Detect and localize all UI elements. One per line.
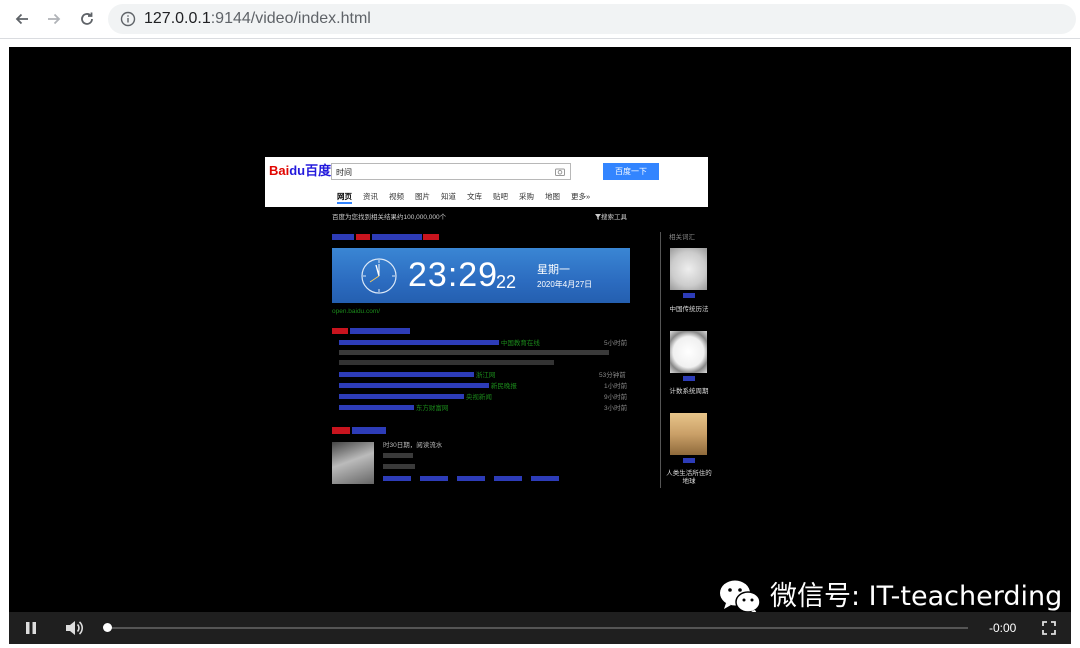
news-snippet-2 [339, 360, 554, 365]
arrow-right-icon [48, 13, 61, 25]
clock-widget: 23:29 22 星期一 2020年4月27日 [332, 248, 630, 303]
video-info-1: 时30日期，阅读流水 [383, 442, 443, 449]
progress-bar[interactable] [108, 627, 968, 629]
tab-web: 网页 [337, 192, 352, 204]
clock-seconds: 22 [496, 272, 517, 292]
browser-toolbar: 127.0.0.1:9144/video/index.html [0, 0, 1080, 39]
wechat-icon [720, 580, 761, 615]
news-source-4: 央视新闻 [465, 394, 492, 401]
search-input: 时间 [331, 163, 571, 180]
related-image-3 [670, 413, 707, 455]
url-host: 127.0.0.1 [144, 10, 211, 27]
related-link-2 [683, 376, 695, 381]
result-title-1 [332, 234, 467, 243]
news-row-5: 东方财富网 3小时前 [339, 405, 629, 413]
tab-news: 资讯 [363, 192, 378, 201]
reload-button[interactable] [76, 8, 98, 30]
arrow-left-icon [15, 13, 28, 25]
news-time-5: 3小时前 [604, 405, 628, 412]
url-path: :9144/video/index.html [210, 10, 371, 27]
result-count: 百度为您找到相关结果约100,000,000个 [332, 214, 447, 221]
news-title [332, 328, 414, 336]
tab-map: 地图 [545, 192, 560, 201]
related-caption-3: 人类生活所住的地球 [666, 470, 712, 485]
progress-handle[interactable] [103, 623, 112, 632]
clock-face-icon [361, 258, 397, 294]
related-caption-2: 计数系统周期 [669, 388, 709, 395]
news-source-5: 东方财富网 [415, 405, 449, 412]
pause-button[interactable] [22, 619, 40, 637]
news-row-3: 新民晚报 1小时前 [339, 383, 629, 391]
camera-icon [555, 168, 565, 176]
logo-du: du百度 [289, 163, 332, 178]
news-row-4: 央视新闻 9小时前 [339, 394, 629, 402]
volume-icon [66, 621, 83, 635]
clock-time: 23:29 [408, 256, 499, 294]
news-time-2: 53分钟前 [599, 372, 626, 379]
video-thumbnail [332, 442, 374, 484]
watermark-text: 微信号: IT-teacherding [770, 581, 1063, 612]
search-tools-label: 搜索工具 [601, 214, 627, 221]
wechat-watermark: 微信号: IT-teacherding [718, 577, 1062, 617]
video-frame: Baidu百度 时间 百度一下 网页 资讯 视频 图片 知道 文库 贴吧 采购 … [9, 47, 1071, 615]
clock-date: 2020年4月27日 [537, 280, 593, 289]
news-time-3: 1小时前 [604, 383, 628, 390]
tab-wenku: 文库 [467, 192, 482, 201]
info-icon[interactable] [120, 11, 136, 32]
baidu-logo: Baidu百度 [269, 163, 331, 179]
tab-caigou: 采购 [519, 192, 534, 201]
search-tools: 搜索工具 [595, 214, 627, 222]
related-image-2 [670, 331, 707, 373]
news-source-3: 新民晚报 [490, 383, 517, 390]
tab-more: 更多» [571, 192, 591, 201]
related-link-3 [683, 458, 695, 463]
clock-weekday: 星期一 [537, 264, 570, 276]
tab-image: 图片 [415, 192, 430, 201]
baidu-header: Baidu百度 时间 百度一下 网页 资讯 视频 图片 知道 文库 贴吧 采购 … [265, 157, 708, 207]
news-time-4: 9小时前 [604, 394, 628, 401]
news-source-1: 中国教育在线 [500, 340, 540, 347]
news-row-1: 中国教育在线 5小时前 [339, 340, 629, 348]
address-bar[interactable]: 127.0.0.1:9144/video/index.html [108, 4, 1076, 34]
news-source-2: 浙江网 [475, 372, 496, 379]
baidu-tabs: 网页 资讯 视频 图片 知道 文库 贴吧 采购 地图 更多» [337, 192, 601, 204]
video-result-title [332, 427, 390, 435]
reload-icon [81, 12, 93, 25]
logo-bai: Bai [269, 163, 290, 178]
result-source: open.baidu.com/ [332, 308, 381, 315]
video-links [383, 476, 563, 481]
fullscreen-icon [1042, 621, 1056, 635]
mute-button[interactable] [65, 619, 83, 637]
tab-tieba: 贴吧 [493, 192, 508, 201]
baidu-search-button: 百度一下 [603, 163, 659, 180]
news-snippet-1 [339, 350, 609, 355]
tab-zhidao: 知道 [441, 192, 456, 201]
related-image-1 [670, 248, 707, 290]
news-time-1: 5小时前 [604, 340, 628, 347]
fullscreen-button[interactable] [1040, 619, 1058, 637]
related-caption-1: 中国传统历法 [669, 306, 709, 313]
related-title: 相关词汇 [669, 234, 695, 241]
tab-video: 视频 [389, 192, 404, 201]
back-button[interactable] [11, 8, 33, 30]
url-text: 127.0.0.1:9144/video/index.html [144, 9, 371, 29]
column-divider [660, 232, 661, 488]
video-controls: -0:00 [9, 612, 1071, 644]
search-query: 时间 [336, 168, 352, 177]
pause-icon [26, 622, 36, 634]
time-remaining: -0:00 [989, 621, 1017, 635]
video-info-3 [383, 464, 415, 469]
related-link-1 [683, 293, 695, 298]
video-info-2 [383, 453, 413, 458]
forward-button[interactable] [43, 8, 65, 30]
news-row-2: 浙江网 53分钟前 [339, 372, 629, 380]
video-player[interactable]: Baidu百度 时间 百度一下 网页 资讯 视频 图片 知道 文库 贴吧 采购 … [9, 47, 1071, 644]
